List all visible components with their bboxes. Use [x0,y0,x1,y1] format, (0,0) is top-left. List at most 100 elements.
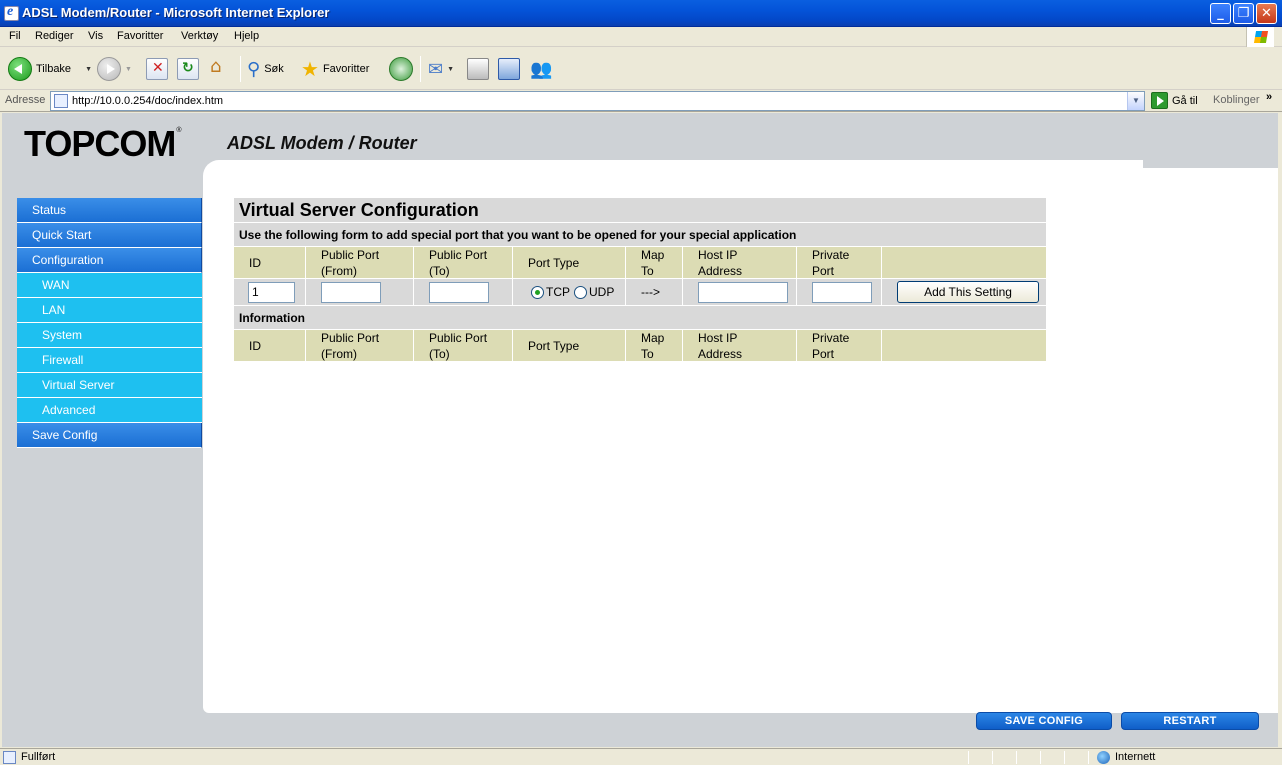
back-arrow-icon [8,57,32,81]
add-this-setting-button[interactable]: Add This Setting [897,281,1039,303]
info-header-public-port-from: Public Port (From) [306,330,414,361]
header-public-port-from: Public Port (From) [306,247,414,278]
nav-advanced[interactable]: Advanced [17,398,202,423]
private-port-input[interactable] [812,281,872,303]
status-divider [968,751,969,764]
restore-button[interactable]: ❐ [1233,3,1254,24]
info-header-map-to: Map To [626,330,683,361]
refresh-button[interactable]: ↻ [177,55,199,83]
info-header-id: ID [234,330,306,361]
nav-system[interactable]: System [17,323,202,348]
nav-save-config[interactable]: Save Config [17,423,202,448]
content-panel-extension [1143,168,1278,713]
nav-lan[interactable]: LAN [17,298,202,323]
mail-button[interactable]: ✉ ▼ [428,55,454,83]
minimize-button[interactable]: _ [1210,3,1231,24]
window-title: ADSL Modem/Router - Microsoft Internet E… [22,5,330,20]
public-port-to-cell [414,279,513,305]
public-port-from-input[interactable] [321,281,381,303]
messenger-icon: 👥 [530,58,553,80]
information-title: Information [234,306,1046,330]
info-header-host-ip: Host IP Address [683,330,797,361]
private-port-cell [797,279,882,305]
udp-radio[interactable] [574,285,587,299]
nav-firewall[interactable]: Firewall [17,348,202,373]
menu-tools[interactable]: Verktøy [181,30,218,42]
forward-arrow-icon [97,57,121,81]
host-ip-cell [683,279,797,305]
address-dropdown-icon[interactable]: ▼ [1127,92,1144,110]
nav-status[interactable]: Status [17,198,202,223]
map-arrow: ---> [641,285,660,299]
go-label: Gå til [1172,94,1198,107]
header-public-port-to: Public Port (To) [414,247,513,278]
menu-bar: Fil Rediger Vis Favoritter Verktøy Hjelp [0,27,1282,47]
public-port-to-input[interactable] [429,281,489,303]
address-url[interactable]: http://10.0.0.254/doc/index.htm [72,95,223,107]
address-bar: Adresse http://10.0.0.254/doc/index.htm … [0,90,1282,112]
home-icon: ⌂ [210,56,222,77]
forward-button[interactable]: ▼ [97,55,132,83]
topcom-logo: TOPCOM® [24,123,182,165]
tcp-label: TCP [546,285,570,299]
nav-virtual-server[interactable]: Virtual Server [17,373,202,398]
history-button[interactable] [389,55,413,83]
windows-logo-icon [1246,27,1274,47]
public-port-from-cell [306,279,414,305]
info-header-port-type: Port Type [513,330,626,361]
restart-button[interactable]: RESTART [1121,712,1259,730]
status-text: Fullført [21,751,56,763]
stop-button[interactable]: ✕ [146,55,168,83]
status-page-icon [3,751,16,764]
address-input[interactable]: http://10.0.0.254/doc/index.htm ▼ [50,91,1145,111]
add-cell: Add This Setting [882,279,1046,305]
edit-button[interactable] [498,55,520,83]
product-title: ADSL Modem / Router [227,133,417,153]
host-ip-input[interactable] [698,281,788,303]
header-id: ID [234,247,306,278]
back-dropdown-icon[interactable]: ▼ [85,66,92,73]
map-to-cell: ---> [626,279,683,305]
information-header-row: ID Public Port (From) Public Port (To) Por… [234,330,1046,362]
nav-wan[interactable]: WAN [17,273,202,298]
menu-view[interactable]: Vis [88,30,103,42]
print-button[interactable] [467,55,489,83]
nav-configuration[interactable]: Configuration [17,248,202,273]
stop-icon: ✕ [146,58,168,80]
search-button[interactable]: ⚲ Søk [247,55,284,83]
favorites-label: Favoritter [322,63,370,75]
menu-help[interactable]: Hjelp [234,30,259,42]
logo-registered-mark: ® [176,127,181,134]
menu-favorites[interactable]: Favoritter [117,30,163,42]
header-port-type: Port Type [513,247,626,278]
id-input[interactable] [248,281,295,303]
home-button[interactable]: ⌂ [209,55,231,83]
close-button[interactable]: ✕ [1256,3,1277,24]
messenger-button[interactable]: 👥 [530,55,552,83]
go-button[interactable]: Gå til [1151,92,1198,109]
tcp-radio[interactable] [531,285,544,299]
header-host-ip: Host IP Address [683,247,797,278]
menu-file[interactable]: Fil [9,30,21,42]
logo-text: TOPCOM [24,123,176,164]
favorites-button[interactable]: ★ Favoritter [301,55,369,83]
links-label[interactable]: Koblinger [1213,94,1259,106]
save-config-button[interactable]: SAVE CONFIG [976,712,1112,730]
security-zone-label: Internett [1115,751,1156,763]
status-divider [1040,751,1041,764]
ie-icon [4,4,19,21]
header-private-port: Private Port [797,247,882,278]
mail-icon: ✉ [428,58,444,80]
refresh-icon: ↻ [177,58,199,80]
links-chevron-icon[interactable]: » [1266,91,1272,103]
nav-quick-start[interactable]: Quick Start [17,223,202,248]
header-action [882,247,1046,278]
forward-dropdown-icon[interactable]: ▼ [125,66,132,73]
status-divider [1016,751,1017,764]
status-divider [992,751,993,764]
back-button[interactable]: Tilbake ▼ [8,55,92,83]
mail-dropdown-icon[interactable]: ▼ [447,66,454,73]
search-icon: ⚲ [247,58,261,80]
udp-label: UDP [589,285,615,299]
menu-edit[interactable]: Rediger [35,30,74,42]
